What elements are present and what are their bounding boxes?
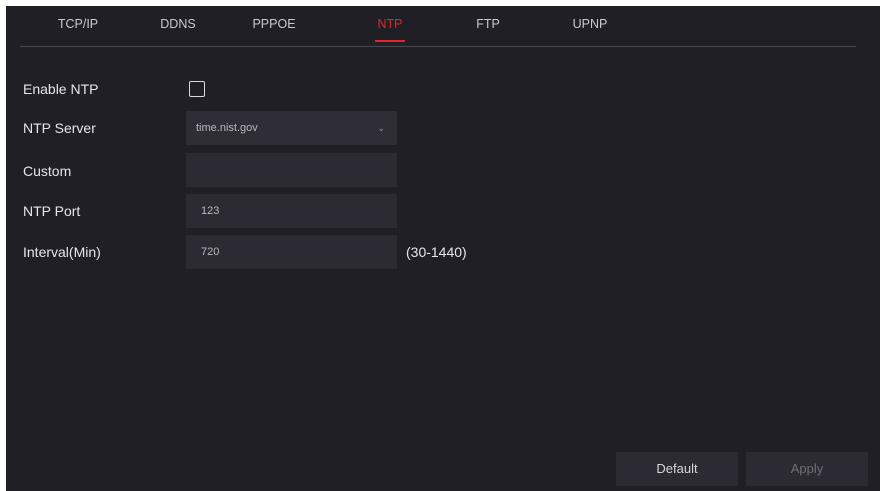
enable-ntp-label: Enable NTP	[23, 81, 99, 97]
ntp-server-select[interactable]: time.nist.gov ⌄	[186, 111, 397, 145]
chevron-down-icon: ⌄	[377, 123, 385, 133]
custom-label: Custom	[23, 163, 72, 179]
ntp-settings-panel: TCP/IP DDNS PPPOE NTP FTP UPNP Enable NT…	[6, 6, 880, 491]
interval-range-hint: (30-1440)	[406, 244, 467, 260]
apply-button[interactable]: Apply	[746, 452, 868, 486]
tab-tcpip[interactable]: TCP/IP	[38, 17, 118, 39]
tab-ntp-label: NTP	[377, 17, 403, 31]
network-tabs: TCP/IP DDNS PPPOE NTP FTP UPNP	[20, 6, 856, 47]
ntp-port-label: NTP Port	[23, 203, 81, 219]
ntp-server-label: NTP Server	[23, 120, 96, 136]
enable-ntp-checkbox[interactable]	[189, 81, 205, 97]
tab-upnp[interactable]: UPNP	[550, 17, 630, 39]
ntp-server-value: time.nist.gov	[196, 122, 258, 134]
interval-input[interactable]: 720	[186, 235, 397, 269]
tab-ddns[interactable]: DDNS	[138, 17, 218, 39]
interval-label: Interval(Min)	[23, 244, 101, 260]
tab-ftp[interactable]: FTP	[448, 17, 528, 39]
tab-pppoe[interactable]: PPPOE	[234, 17, 314, 39]
tab-ntp[interactable]: NTP	[350, 17, 430, 42]
custom-server-input[interactable]	[186, 153, 397, 187]
active-tab-underline	[375, 40, 405, 42]
ntp-port-input[interactable]: 123	[186, 194, 397, 228]
default-button[interactable]: Default	[616, 452, 738, 486]
